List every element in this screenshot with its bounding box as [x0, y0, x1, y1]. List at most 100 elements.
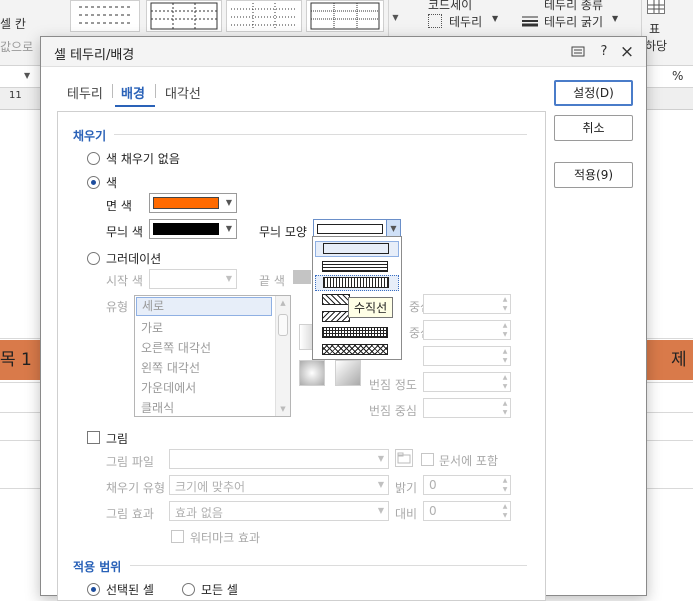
- chevron-down-icon: ▼: [24, 71, 31, 80]
- list-scrollbar[interactable]: ▲ ▼: [275, 296, 290, 416]
- scroll-down-icon[interactable]: ▼: [276, 402, 290, 416]
- contrast-label: 대비: [395, 507, 418, 521]
- apply-button[interactable]: 적용(9): [554, 162, 633, 188]
- no-fill-radio[interactable]: [87, 152, 100, 165]
- border-style-gallery-item[interactable]: [146, 0, 222, 32]
- color-radio[interactable]: [87, 176, 100, 189]
- picture-effect-label: 그림 효과: [106, 507, 154, 521]
- scroll-thumb[interactable]: [278, 314, 288, 336]
- ribbon-fragment: 하당: [645, 39, 668, 53]
- gradient-center-input[interactable]: ▲ ▼: [423, 320, 511, 340]
- gallery-more-icon[interactable]: ▼: [388, 0, 402, 36]
- selected-cells-radio[interactable]: [87, 583, 100, 596]
- gradient-preset[interactable]: [335, 360, 361, 386]
- help-button[interactable]: ?: [594, 42, 614, 62]
- pattern-option-horizontal[interactable]: [322, 261, 388, 272]
- ok-button[interactable]: 설정(D): [554, 80, 633, 106]
- border-style-gallery-item[interactable]: [306, 0, 384, 32]
- fill-type-label: 채우기 유형: [106, 481, 166, 495]
- tab-border[interactable]: 테두리: [67, 83, 103, 102]
- brightness-label: 밝기: [395, 481, 418, 495]
- chevron-down-icon: ▼: [377, 506, 385, 515]
- tab-diagonal[interactable]: 대각선: [165, 83, 201, 102]
- cell-text: 제: [671, 350, 687, 370]
- table-group[interactable]: 표 하당: [641, 0, 693, 66]
- end-color-label: 끝 색: [259, 274, 285, 288]
- ribbon-fragment: 코드세이: [428, 0, 473, 12]
- ribbon-fragment: 셀 칸: [0, 17, 26, 31]
- chevron-down-icon: ▼: [377, 480, 385, 489]
- column-number: 11: [9, 90, 22, 101]
- border-menu[interactable]: 테두리: [449, 13, 482, 30]
- face-color-label: 면 색: [106, 199, 132, 213]
- picture-file-input[interactable]: ▼: [169, 449, 389, 469]
- table-icon: [647, 0, 665, 14]
- picture-effect-dropdown[interactable]: 효과 없음 ▼: [169, 501, 389, 521]
- chevron-down-icon: ▼: [377, 454, 385, 463]
- picture-effect-value: 효과 없음: [175, 506, 223, 520]
- pattern-option-crosshatch[interactable]: [322, 344, 388, 355]
- list-item[interactable]: 왼쪽 대각선: [141, 359, 200, 376]
- picture-checkbox[interactable]: [87, 431, 100, 444]
- gradient-angle-input[interactable]: ▲ ▼: [423, 346, 511, 366]
- folder-icon[interactable]: [395, 449, 413, 467]
- face-color-picker[interactable]: ▼: [149, 193, 237, 213]
- chevron-down-icon: ▼: [492, 14, 499, 23]
- list-item[interactable]: 가운데에서: [141, 379, 196, 396]
- fill-type-dropdown[interactable]: 크기에 맞추어 ▼: [169, 475, 389, 495]
- list-item[interactable]: 가로: [141, 319, 163, 336]
- blur-amount-input[interactable]: ▲ ▼: [423, 372, 511, 392]
- type-label: 유형: [106, 300, 129, 314]
- include-in-doc-checkbox[interactable]: [421, 453, 434, 466]
- contrast-input[interactable]: 0 ▲ ▼: [423, 501, 511, 521]
- cell-border-background-dialog: 셀 테두리/배경 ? × 테두리 배경 대각선 설정(D) 취소 적용(9) 채…: [40, 36, 647, 601]
- spreadsheet-cell[interactable]: 목 1: [0, 340, 41, 380]
- pattern-option-vertical[interactable]: [315, 275, 399, 291]
- start-color-picker[interactable]: ▼: [149, 269, 237, 289]
- contrast-value: 0: [429, 504, 437, 518]
- list-item[interactable]: 세로: [136, 297, 272, 316]
- border-style-gallery-item[interactable]: [70, 0, 140, 32]
- border-width-menu[interactable]: 테두리 굵기: [544, 13, 603, 30]
- pattern-option-diagonal-right[interactable]: [322, 294, 350, 305]
- include-in-doc-label: 문서에 포함: [439, 454, 499, 468]
- gradient-type-list[interactable]: 세로 가로 오른쪽 대각선 왼쪽 대각선 가운데에서 클래식 ▲ ▼: [134, 295, 291, 417]
- gradient-radio[interactable]: [87, 252, 100, 265]
- fill-section-title: 채우기: [73, 129, 107, 143]
- no-fill-label: 색 채우기 없음: [106, 152, 180, 166]
- picture-file-label: 그림 파일: [106, 455, 154, 469]
- color-label: 색: [106, 176, 118, 190]
- list-item[interactable]: 오른쪽 대각선: [141, 339, 211, 356]
- gradient-label: 그러데이션: [106, 252, 162, 266]
- watermark-checkbox[interactable]: [171, 530, 184, 543]
- start-color-label: 시작 색: [106, 274, 143, 288]
- chevron-down-icon: ▼: [225, 274, 233, 283]
- pattern-color-picker[interactable]: ▼: [149, 219, 237, 239]
- blur-center-input[interactable]: ▲ ▼: [423, 398, 511, 418]
- cancel-button[interactable]: 취소: [554, 115, 633, 141]
- border-style-gallery-item[interactable]: [226, 0, 302, 32]
- pattern-option-grid[interactable]: [322, 327, 388, 338]
- pattern-option-none[interactable]: [315, 241, 399, 257]
- pattern-color-label: 무늬 색: [106, 225, 143, 239]
- blur-amount-label: 번짐 정도: [369, 378, 417, 392]
- brightness-value: 0: [429, 478, 437, 492]
- table-label: 표: [649, 22, 661, 36]
- pattern-option-diagonal-left[interactable]: [322, 311, 350, 322]
- gradient-preset[interactable]: [299, 360, 325, 386]
- picture-label: 그림: [106, 432, 129, 446]
- end-color-swatch[interactable]: [293, 270, 311, 284]
- tab-background[interactable]: 배경: [121, 83, 145, 102]
- chevron-down-icon: ▼: [225, 224, 233, 233]
- dialog-menu-icon[interactable]: [568, 42, 588, 62]
- dialog-title-bar[interactable]: 셀 테두리/배경 ? ×: [41, 37, 646, 67]
- list-item[interactable]: 클래식: [141, 399, 174, 416]
- face-color-swatch: [153, 197, 219, 209]
- all-cells-radio[interactable]: [182, 583, 195, 596]
- gradient-center-input[interactable]: ▲ ▼: [423, 294, 511, 314]
- close-button[interactable]: ×: [617, 42, 637, 62]
- brightness-input[interactable]: 0 ▲ ▼: [423, 475, 511, 495]
- spreadsheet-cell[interactable]: 제: [647, 340, 693, 380]
- scroll-up-icon[interactable]: ▲: [276, 296, 290, 310]
- chevron-down-icon: ▼: [612, 14, 619, 23]
